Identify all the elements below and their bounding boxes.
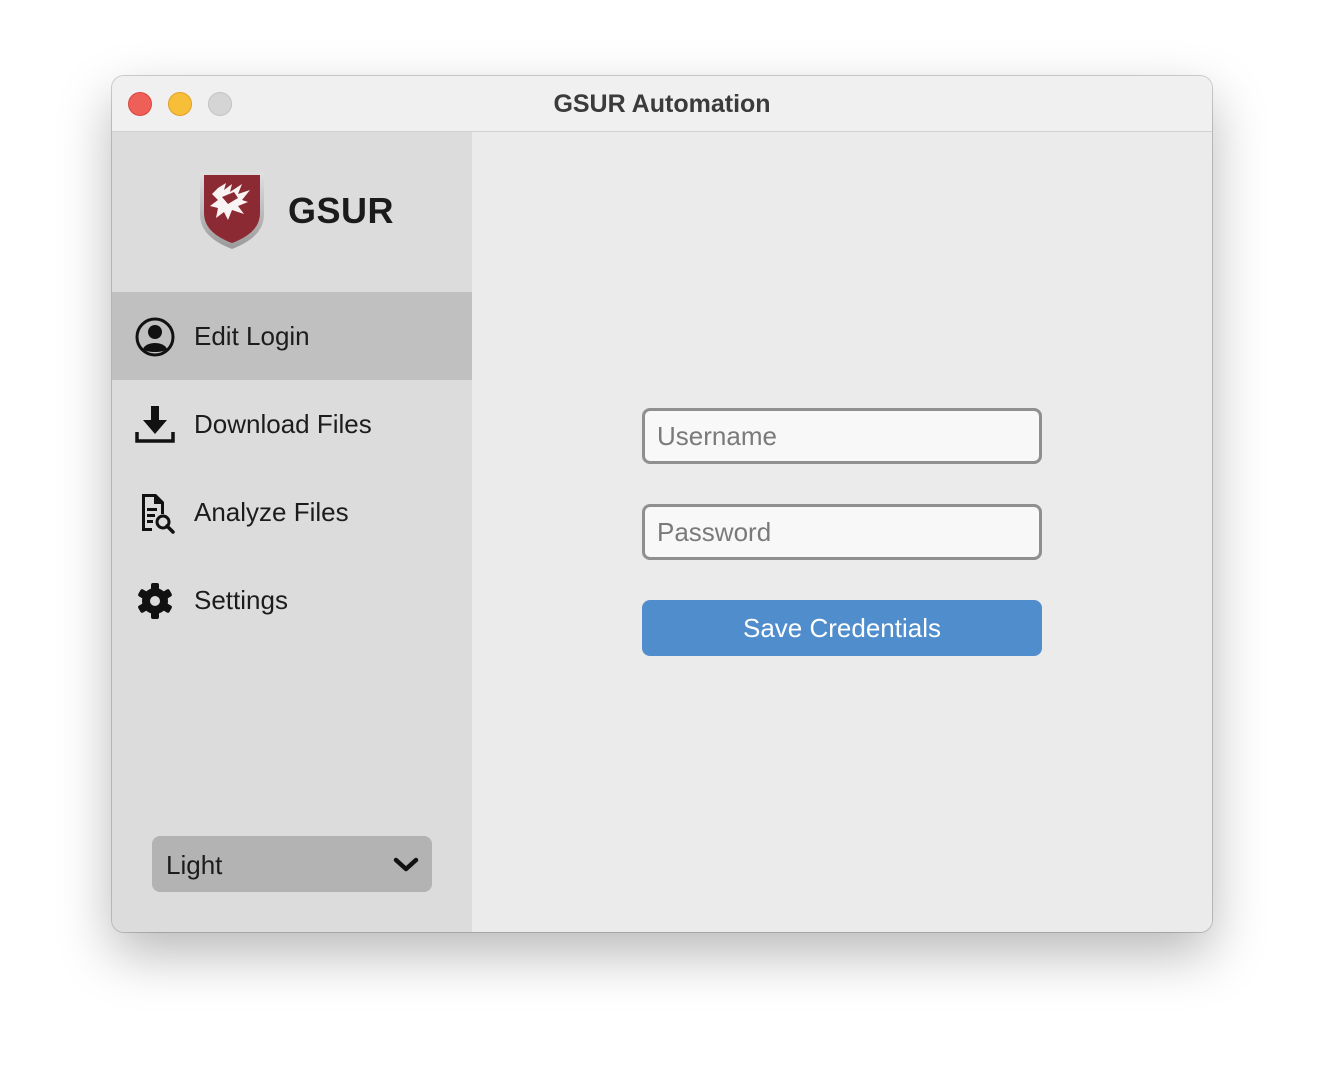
- sidebar-item-settings[interactable]: Settings: [112, 556, 472, 644]
- sidebar-item-edit-login[interactable]: Edit Login: [112, 292, 472, 380]
- sidebar: GSUR Edit Login Download Files Analyze F…: [112, 132, 472, 932]
- download-icon: [135, 406, 175, 443]
- save-credentials-button[interactable]: Save Credentials: [642, 600, 1042, 656]
- sidebar-item-analyze-files[interactable]: Analyze Files: [112, 468, 472, 556]
- sidebar-item-label: Download Files: [194, 409, 372, 439]
- main-panel: Save Credentials: [472, 132, 1212, 932]
- user-circle-icon: [135, 317, 175, 357]
- wsu-cougar-shield-icon: [200, 172, 264, 249]
- username-input[interactable]: [642, 408, 1042, 464]
- title-bar: GSUR Automation: [112, 76, 1212, 132]
- sidebar-item-label: Edit Login: [194, 321, 310, 351]
- sidebar-item-download-files[interactable]: Download Files: [112, 380, 472, 468]
- sidebar-item-label: Analyze Files: [194, 497, 349, 527]
- gear-icon: [138, 583, 172, 619]
- app-window: GSUR Automation GSUR Edit Login Download…: [112, 76, 1212, 932]
- sidebar-item-label: Settings: [194, 585, 288, 615]
- app-brand-name: GSUR: [288, 190, 395, 231]
- appearance-mode-value: Light: [166, 850, 223, 880]
- sidebar-logo: GSUR: [112, 132, 472, 292]
- password-input[interactable]: [642, 504, 1042, 560]
- file-search-icon: [142, 494, 175, 534]
- chevron-down-icon: [393, 857, 419, 872]
- appearance-mode-dropdown[interactable]: Light: [152, 836, 432, 892]
- window-title: GSUR Automation: [553, 90, 771, 118]
